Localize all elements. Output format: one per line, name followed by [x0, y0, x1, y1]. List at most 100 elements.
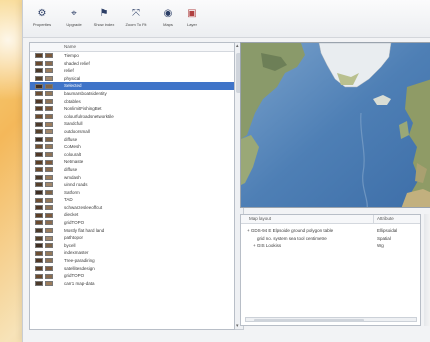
list-item[interactable]: wmdash — [30, 174, 234, 182]
layer-swatch-icon — [35, 106, 43, 112]
list-item[interactable]: diffuse — [30, 136, 234, 144]
layer-swatch-icon — [35, 220, 43, 226]
upgrade-button[interactable]: ⌖ Upgrade — [61, 8, 87, 36]
layer-swatch-icon — [35, 114, 43, 120]
layer-thumbnail-icon — [45, 243, 53, 249]
list-item[interactable]: schwarzesleeoffcut — [30, 204, 234, 212]
properties-label: Properties — [32, 22, 52, 27]
list-item[interactable]: cbtables — [30, 98, 234, 106]
properties-button[interactable]: ⚙ Properties — [29, 8, 55, 36]
list-item[interactable]: uinnd roads — [30, 181, 234, 189]
layer-swatch-icon — [35, 60, 43, 66]
list-item-label: NonlimitFishingBet — [64, 106, 102, 112]
attribute-row[interactable]: grid no. system sea tool centimetre Spat… — [241, 235, 420, 243]
layer-swatch-icon — [35, 189, 43, 195]
layer-thumbnail-icon — [45, 159, 53, 165]
list-item[interactable]: satellitesdesign — [30, 265, 234, 273]
layer-thumbnail-icon — [45, 68, 53, 74]
list-item[interactable]: baumarsboatsidentity — [30, 90, 234, 98]
attribute-key: + GIS Lookiss — [253, 243, 282, 248]
list-item-label: colouralt — [64, 151, 82, 157]
list-item[interactable]: Tree-paradiring — [30, 257, 234, 265]
layer-thumbnail-icon — [45, 106, 53, 112]
layer-thumbnail-icon — [45, 205, 53, 211]
layer-swatch-icon — [35, 68, 43, 74]
map-view[interactable] — [240, 42, 430, 208]
layer-swatch-icon — [35, 250, 43, 256]
layer-thumbnail-icon — [45, 227, 53, 233]
list-item-label: Satform — [64, 189, 80, 195]
list-item[interactable]: gridTOPO — [30, 219, 234, 227]
upgrade-label: Upgrade — [66, 22, 82, 27]
app-window: ⚙ Properties ⌖ Upgrade ⚑ Show index ⤧ Zo… — [22, 0, 430, 342]
list-item-label: Tree-paradiring — [64, 258, 95, 264]
attribute-row[interactable]: + GIS Lookiss Wg — [241, 242, 420, 250]
layer-swatch-icon — [35, 205, 43, 211]
layer-label: Layer — [186, 22, 197, 27]
layer-button[interactable]: ▣ Layer — [179, 8, 205, 36]
attribute-value: Spatial — [377, 235, 391, 241]
layer-swatch-icon — [35, 53, 43, 59]
list-item[interactable]: NonlimitFishingBet — [30, 105, 234, 113]
list-item[interactable]: TAD — [30, 196, 234, 204]
maps-button[interactable]: ◉ Maps — [155, 8, 181, 36]
list-item[interactable]: physical — [30, 75, 234, 83]
list-item[interactable]: Netmaste — [30, 158, 234, 166]
layer-thumbnail-icon — [45, 250, 53, 256]
list-item[interactable]: diecket — [30, 211, 234, 219]
map-canvas — [241, 43, 430, 207]
layer-swatch-icon — [35, 243, 43, 249]
list-item-label: gridTOPO — [64, 273, 85, 279]
list-item-label: carr1 map-data — [64, 280, 95, 286]
layer-swatch-icon — [35, 76, 43, 82]
list-item[interactable]: shaded relief — [30, 60, 234, 68]
list-item[interactable]: CoMesh — [30, 143, 234, 151]
list-item-label: pathtopor — [64, 235, 84, 241]
list-item-label: schwarzesleeoffcut — [64, 204, 103, 210]
layer-thumbnail-icon — [45, 121, 53, 127]
layer-swatch-icon — [35, 136, 43, 142]
list-item-label: cbtables — [64, 98, 81, 104]
hscroll-thumb[interactable] — [254, 318, 364, 322]
list-header[interactable]: Name — [30, 43, 234, 52]
list-item[interactable]: diffuse — [30, 166, 234, 174]
list-item[interactable]: carr1 map-data — [30, 280, 234, 288]
list-item[interactable]: Sandcfull — [30, 120, 234, 128]
layer-thumbnail-icon — [45, 83, 53, 89]
scroll-down-icon[interactable]: ▾ — [236, 323, 239, 329]
list-item[interactable]: colourfulroadsnetworktile — [30, 113, 234, 121]
list-item[interactable]: Selected — [30, 82, 234, 90]
layer-thumbnail-icon — [45, 273, 53, 279]
list-item-label: TAD — [64, 197, 73, 203]
list-item[interactable]: pathtopor — [30, 234, 234, 242]
list-item[interactable]: Satform — [30, 189, 234, 197]
list-item[interactable]: outdoorsmall — [30, 128, 234, 136]
layer-swatch-icon — [35, 227, 43, 233]
list-item[interactable]: Mostly flat hard land — [30, 227, 234, 235]
col-header-attribute[interactable]: Attribute — [373, 215, 394, 223]
list-item[interactable]: indexmaster — [30, 249, 234, 257]
layer-thumbnail-icon — [45, 152, 53, 158]
list-item-label: Selected — [64, 83, 82, 89]
list-item-label: diffuse — [64, 166, 78, 172]
list-item[interactable]: relief — [30, 67, 234, 75]
attribute-hscrollbar[interactable] — [245, 317, 417, 322]
layer-list: Name Tiempo shaded relief relief physical Se… — [29, 42, 235, 330]
zoom-to-fit-button[interactable]: ⤧ Zoom To Fit — [123, 8, 149, 36]
globe-icon: ◉ — [163, 8, 173, 19]
scroll-up-icon[interactable]: ▴ — [236, 43, 239, 49]
show-index-button[interactable]: ⚑ Show index — [91, 8, 117, 36]
zoom-fit-icon: ⤧ — [132, 8, 140, 19]
list-item-label: uinnd roads — [64, 182, 88, 188]
layer-thumbnail-icon — [45, 189, 53, 195]
layer-swatch-icon — [35, 174, 43, 180]
list-item[interactable]: colouralt — [30, 151, 234, 159]
list-item[interactable]: Tiempo — [30, 52, 234, 60]
list-item-label: colourfulroadsnetworktile — [64, 113, 114, 119]
list-item[interactable]: gridTOPO — [30, 272, 234, 280]
attribute-row[interactable]: + GDS-94 E Elpsoide ground polygon table… — [241, 227, 420, 235]
col-header-layout[interactable]: Map layout — [249, 215, 271, 223]
list-item[interactable]: bycell — [30, 242, 234, 250]
list-item-label: bycell — [64, 242, 76, 248]
layer-thumbnail-icon — [45, 53, 53, 59]
